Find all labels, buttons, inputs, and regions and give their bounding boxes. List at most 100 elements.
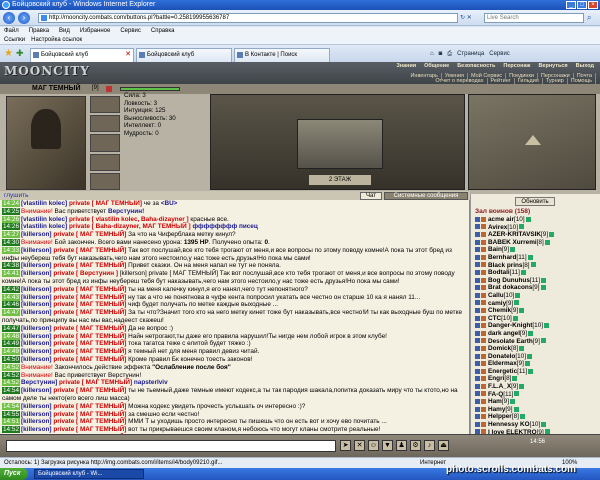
clan-icon[interactable]	[481, 254, 486, 260]
menu-item[interactable]: Правка	[29, 27, 49, 36]
info-icon[interactable]	[509, 247, 515, 253]
private-icon[interactable]	[475, 277, 480, 283]
minimize-button[interactable]: _	[566, 1, 576, 9]
private-icon[interactable]	[475, 269, 480, 275]
info-icon[interactable]	[519, 414, 525, 420]
info-icon[interactable]	[527, 254, 533, 260]
chat-who[interactable]: [killerson]	[21, 309, 53, 316]
online-user-name[interactable]: Engri	[488, 375, 504, 382]
clan-icon[interactable]	[481, 247, 486, 253]
location-door[interactable]	[297, 119, 383, 169]
chat-timestamp[interactable]: 14:43	[2, 293, 20, 301]
clan-icon[interactable]	[481, 285, 486, 291]
chat-timestamp[interactable]: 14:51	[2, 418, 20, 426]
links-item[interactable]: Настройка ссылок	[31, 36, 82, 44]
chat-who[interactable]: [killerson]	[21, 356, 53, 363]
chat-timestamp[interactable]: 14:46	[2, 301, 20, 309]
private-icon[interactable]	[475, 376, 480, 382]
private-icon[interactable]	[475, 224, 480, 230]
tab-close-icon[interactable]: ✕	[125, 49, 131, 61]
clan-icon[interactable]	[481, 307, 486, 313]
info-icon[interactable]	[544, 323, 550, 329]
game-nav-item[interactable]: Вернуться	[538, 63, 567, 69]
clan-icon[interactable]	[481, 383, 486, 389]
chat-who[interactable]: [killerson]	[21, 294, 53, 301]
chat-priv[interactable]: private [ МАГ ТЕМНЫЙ]	[53, 262, 128, 269]
chat-priv[interactable]: private [ Верстунин ]	[53, 270, 119, 277]
chat-who[interactable]: [killerson]	[21, 270, 53, 277]
menu-item[interactable]: Справка	[151, 27, 175, 36]
clan-icon[interactable]	[481, 300, 486, 306]
home-icon[interactable]: ⌂	[430, 49, 434, 59]
tab-combats-1[interactable]: Бойцовский клуб ✕	[30, 48, 134, 62]
chat-who[interactable]: [killerson]	[21, 325, 53, 332]
clan-icon[interactable]	[481, 323, 486, 329]
info-icon[interactable]	[549, 232, 555, 237]
exit-icon[interactable]: ⏏	[438, 440, 449, 451]
back-arrow-icon[interactable]: ‹	[3, 12, 15, 24]
info-icon[interactable]	[518, 224, 524, 230]
chat-priv[interactable]: private [ МАГ ТЕМНЫЙ]	[53, 325, 128, 332]
chat-who[interactable]: [killerson]	[21, 231, 53, 238]
info-icon[interactable]	[541, 421, 547, 427]
clan-icon[interactable]	[481, 376, 486, 382]
private-icon[interactable]	[475, 307, 480, 313]
info-icon[interactable]	[509, 399, 515, 405]
info-icon[interactable]	[513, 406, 519, 412]
print-icon[interactable]: ⎙	[447, 49, 452, 59]
tools-menu[interactable]: Сервис	[489, 49, 510, 59]
chat-timestamp[interactable]: 14:41	[2, 270, 20, 278]
info-icon[interactable]	[524, 361, 530, 367]
private-icon[interactable]	[475, 254, 480, 260]
equipment-slot[interactable]	[90, 134, 120, 152]
online-user-name[interactable]: Eldermax	[488, 360, 517, 367]
chat-who[interactable]: <BU>	[161, 200, 178, 207]
online-user-name[interactable]: Bernhard	[488, 254, 516, 261]
links-item[interactable]: Ссылки	[4, 36, 25, 44]
chat-timestamp[interactable]: 14:48	[2, 332, 20, 340]
online-user-name[interactable]: Brat dokacons	[488, 284, 532, 291]
online-user-name[interactable]: AZER-KRITAVSIK	[488, 231, 541, 238]
private-icon[interactable]	[475, 338, 480, 344]
clan-icon[interactable]	[481, 277, 486, 283]
private-icon[interactable]	[475, 232, 480, 237]
info-icon[interactable]	[514, 300, 520, 306]
tab-vkontakte[interactable]: В Контакте | Поиск	[234, 48, 330, 62]
chat-who[interactable]: [killerson]	[21, 262, 53, 269]
chat-who[interactable]: [killerson]	[21, 301, 53, 308]
online-user-name[interactable]: Chemik	[488, 307, 511, 314]
clan-icon[interactable]	[481, 345, 486, 351]
chat-timestamp[interactable]: 14:38	[2, 262, 20, 270]
chat-who[interactable]: Верстунин]	[21, 379, 59, 386]
online-user-name[interactable]: Desolate Earth	[488, 338, 533, 345]
chat-priv[interactable]: private [ МАГ ТЕМНЫЙ]	[53, 340, 128, 347]
equipment-slot[interactable]	[90, 96, 120, 114]
online-user-name[interactable]: Energetic	[488, 368, 517, 375]
private-icon[interactable]	[475, 399, 480, 405]
info-icon[interactable]	[525, 216, 531, 222]
online-user-name[interactable]: Avirex	[488, 224, 507, 231]
settings-icon[interactable]: ⚙	[410, 440, 421, 451]
private-icon[interactable]	[475, 406, 480, 412]
chat-who[interactable]: [killerson]	[21, 411, 53, 418]
chat-timestamp[interactable]: 14:52	[2, 426, 20, 434]
chat-who[interactable]: [killerson]	[21, 247, 53, 254]
clan-icon[interactable]	[481, 421, 486, 427]
clan-icon[interactable]	[481, 406, 486, 412]
private-icon[interactable]	[475, 345, 480, 351]
online-user-name[interactable]: FA-Q	[488, 391, 503, 398]
start-button[interactable]: Пуск	[0, 468, 28, 480]
info-icon[interactable]	[106, 86, 112, 92]
chat-who[interactable]: [killerson]	[21, 286, 53, 293]
online-user-name[interactable]: BABEK Xurremi	[488, 239, 537, 246]
info-icon[interactable]	[514, 391, 520, 397]
chat-who[interactable]: [vlastilin kolec]	[21, 223, 69, 230]
page-menu[interactable]: Страница	[457, 49, 484, 59]
chat-who[interactable]: фффффффф писец	[192, 223, 257, 230]
clan-icon[interactable]	[481, 232, 486, 237]
online-user-name[interactable]: Domick	[488, 345, 511, 352]
chat-who[interactable]: [killerson]	[21, 348, 53, 355]
search-input[interactable]: Live Search	[484, 13, 584, 23]
info-icon[interactable]	[519, 307, 525, 313]
chat-priv[interactable]: private [ МАГ ТЕМНЫЙ]	[53, 333, 128, 340]
